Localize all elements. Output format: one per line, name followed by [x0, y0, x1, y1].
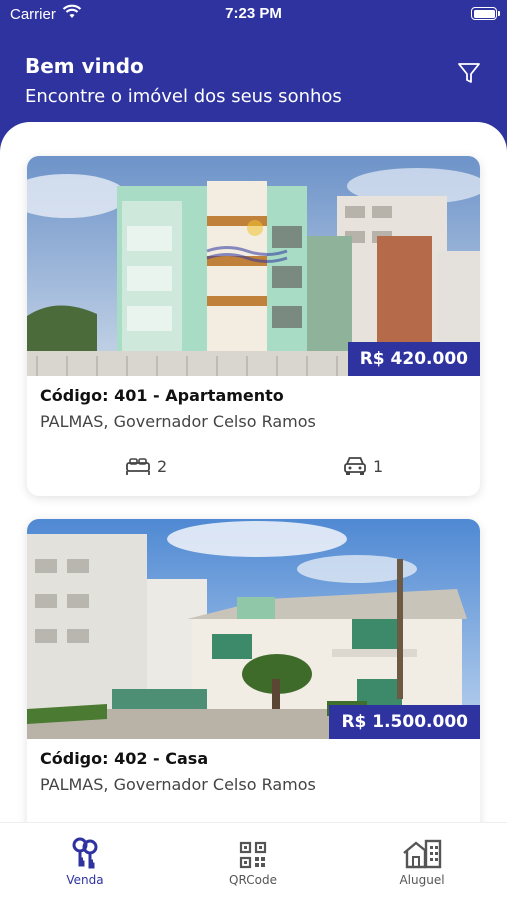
tab-aluguel[interactable]: Aluguel — [362, 835, 482, 887]
tab-bar: Venda QRCode Aluguel — [0, 822, 507, 900]
bedrooms-feature: 2 — [125, 454, 167, 478]
bed-icon — [126, 458, 150, 475]
listing-card[interactable]: R$ 420.000 Código: 401 - Apartamento PAL… — [27, 156, 480, 496]
house-icon — [362, 835, 482, 869]
listing-title: Código: 402 - Casa — [40, 749, 209, 768]
qrcode-icon — [193, 835, 313, 869]
listing-location: PALMAS, Governador Celso Ramos — [40, 775, 316, 794]
filter-button[interactable] — [457, 61, 481, 85]
battery-icon — [471, 7, 500, 20]
tab-label: QRCode — [229, 873, 277, 887]
listing-card[interactable]: R$ 1.500.000 Código: 402 - Casa PALMAS, … — [27, 519, 480, 822]
tab-label: Aluguel — [399, 873, 445, 887]
keys-icon — [25, 835, 145, 869]
garage-feature: 1 — [343, 454, 383, 478]
tab-venda[interactable]: Venda — [25, 835, 145, 887]
garage-count: 1 — [373, 456, 384, 476]
tab-label: Venda — [66, 873, 104, 887]
welcome-title: Bem vindo — [25, 54, 144, 78]
tab-qrcode[interactable]: QRCode — [193, 835, 313, 887]
filter-icon — [458, 63, 480, 83]
welcome-subtitle: Encontre o imóvel dos seus sonhos — [25, 86, 342, 107]
car-icon — [344, 457, 366, 475]
bedrooms-count: 2 — [157, 456, 168, 476]
status-bar: Carrier 7:23 PM — [0, 0, 507, 28]
status-time: 7:23 PM — [225, 5, 282, 22]
listing-title: Código: 401 - Apartamento — [40, 386, 284, 405]
listing-location: PALMAS, Governador Celso Ramos — [40, 412, 316, 431]
listings-list[interactable]: R$ 420.000 Código: 401 - Apartamento PAL… — [0, 122, 507, 822]
price-tag: R$ 1.500.000 — [329, 705, 480, 739]
price-tag: R$ 420.000 — [347, 342, 480, 376]
